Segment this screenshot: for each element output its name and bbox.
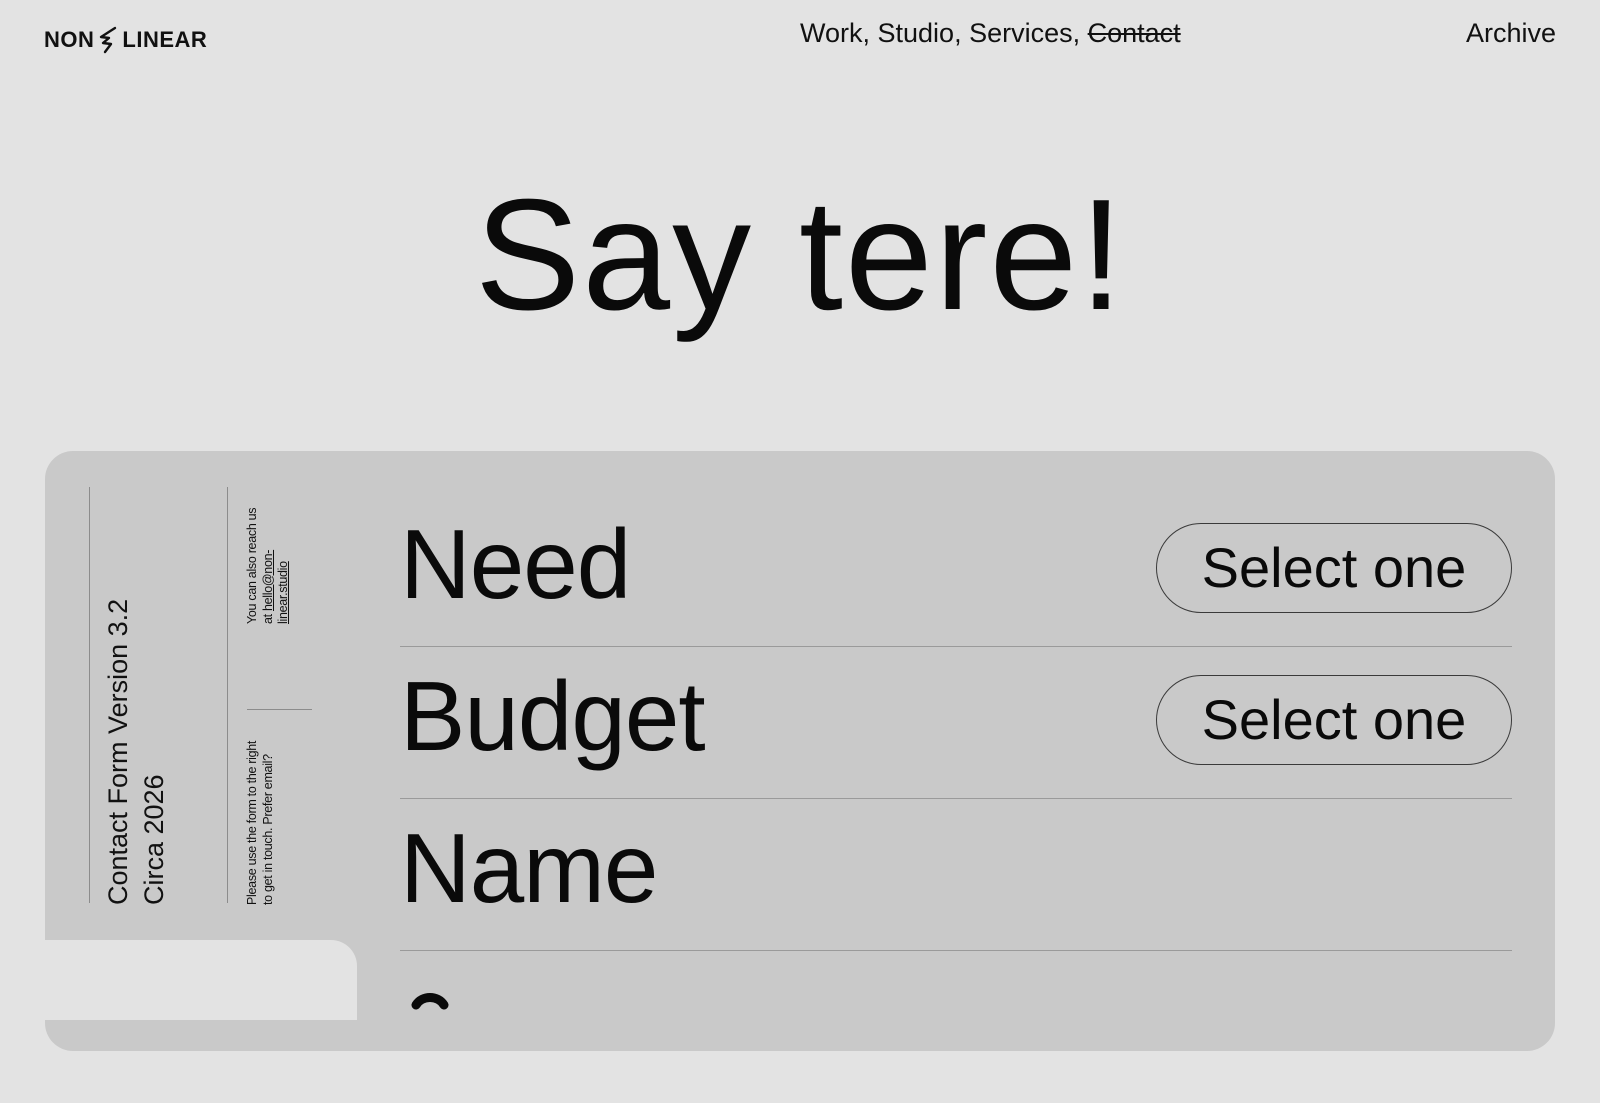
form-row-budget: Budget Select one	[400, 647, 1512, 799]
page-title: Say tere!	[474, 167, 1126, 343]
card-notch	[45, 940, 357, 1020]
nav-services-link[interactable]: Services,	[969, 18, 1088, 49]
form-row-need: Need Select one	[400, 495, 1512, 647]
name-label: Name	[400, 813, 658, 923]
email-contact-note: You can also reach us at hello@non- line…	[245, 508, 292, 624]
need-label: Need	[400, 509, 631, 619]
email-note-line2: at hello@non-	[261, 508, 277, 624]
nav-contact-link[interactable]: Contact	[1088, 18, 1181, 49]
next-field-label-partial	[411, 993, 449, 1010]
sidebar-divider-right	[227, 487, 228, 903]
nav-studio-link[interactable]: Studio,	[878, 18, 970, 49]
form-instructions: Please use the form to the right to get …	[245, 741, 276, 905]
email-note-line1: You can also reach us	[245, 507, 259, 624]
email-link-continued[interactable]: linear.studio	[276, 508, 292, 624]
form-version-label: Contact Form Version 3.2	[103, 598, 133, 905]
bolt-mark-icon	[100, 26, 117, 54]
logo-text-left: NON	[44, 27, 95, 52]
instructions-line2: to get in touch. Prefer email?	[260, 754, 275, 905]
archive-link[interactable]: Archive	[1466, 18, 1556, 49]
form-version-info: Contact Form Version 3.2 Circa 2026	[100, 599, 172, 905]
need-select[interactable]: Select one	[1156, 523, 1512, 613]
form-row-name[interactable]: Name	[400, 799, 1512, 951]
form-version-year: Circa 2026	[139, 774, 169, 905]
sidebar-divider-horizontal	[247, 709, 312, 710]
sidebar-divider-left	[89, 487, 90, 903]
budget-select[interactable]: Select one	[1156, 675, 1512, 765]
nav-work-link[interactable]: Work,	[800, 18, 878, 49]
site-header: NON LINEAR Work, Studio, Services, Conta…	[0, 0, 1600, 80]
logo-text-right: LINEAR	[122, 27, 208, 52]
logo[interactable]: NON LINEAR	[44, 26, 207, 54]
form-row-next[interactable]	[400, 951, 1512, 1103]
main-nav: Work, Studio, Services, Contact	[800, 18, 1181, 49]
email-note-prefix: at	[260, 611, 275, 624]
email-link[interactable]: hello@non-	[261, 550, 275, 611]
instructions-line1: Please use the form to the right	[245, 740, 259, 905]
budget-label: Budget	[400, 661, 706, 771]
